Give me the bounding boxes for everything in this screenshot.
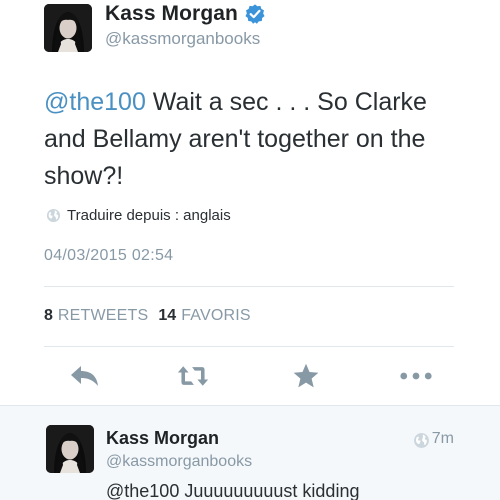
tweet-actions (0, 360, 500, 394)
translate-label: Traduire depuis : anglais (67, 207, 231, 224)
star-icon (293, 363, 319, 388)
author-handle[interactable]: @kassmorganbooks (105, 29, 260, 49)
tweet-timestamp: 04/03/2015 02:54 (44, 247, 174, 264)
reply-time: 7m (413, 430, 454, 448)
verified-badge-icon (244, 3, 266, 25)
more-button[interactable] (400, 360, 432, 392)
retweets-count: 8 (44, 307, 53, 324)
retweet-button[interactable] (177, 360, 209, 392)
author-name-row: Kass Morgan (105, 2, 266, 26)
tweet-stats: 8 RETWEETS 14 FAVORIS (44, 307, 261, 325)
divider (44, 346, 454, 347)
reply-tweet[interactable]: Kass Morgan @kassmorganbooks 7m @the100 … (0, 405, 500, 500)
more-dots-icon (400, 372, 432, 380)
avatar-portrait-image (44, 4, 92, 52)
reply-author-name[interactable]: Kass Morgan (106, 428, 219, 449)
retweets-label: RETWEETS (57, 307, 149, 324)
tweet-text: @the100 Wait a sec . . . So Clarke and B… (44, 84, 464, 195)
reply-arrow-icon (71, 366, 98, 386)
favorites-label: FAVORIS (181, 307, 251, 324)
tweet-mention-link[interactable]: @the100 (44, 88, 146, 116)
avatar-portrait-image (46, 425, 94, 473)
retweets-stat[interactable]: 8 RETWEETS (44, 307, 148, 325)
reply-author-handle[interactable]: @kassmorganbooks (106, 453, 252, 471)
author-display-name[interactable]: Kass Morgan (105, 2, 238, 26)
retweet-icon (177, 366, 209, 386)
avatar[interactable] (44, 4, 92, 52)
favorite-button[interactable] (290, 360, 322, 392)
translate-link[interactable]: Traduire depuis : anglais (46, 207, 231, 224)
main-tweet: Kass Morgan @kassmorganbooks @the100 Wai… (0, 0, 500, 405)
favorites-count: 14 (158, 307, 177, 324)
divider (44, 286, 454, 287)
globe-icon (46, 208, 61, 223)
favorites-stat[interactable]: 14 FAVORIS (158, 307, 250, 325)
reply-time-text: 7m (431, 430, 454, 447)
reply-text: @the100 Juuuuuuuuust kidding (106, 481, 360, 500)
globe-icon (413, 432, 429, 448)
avatar[interactable] (46, 425, 94, 473)
reply-button[interactable] (69, 360, 101, 392)
